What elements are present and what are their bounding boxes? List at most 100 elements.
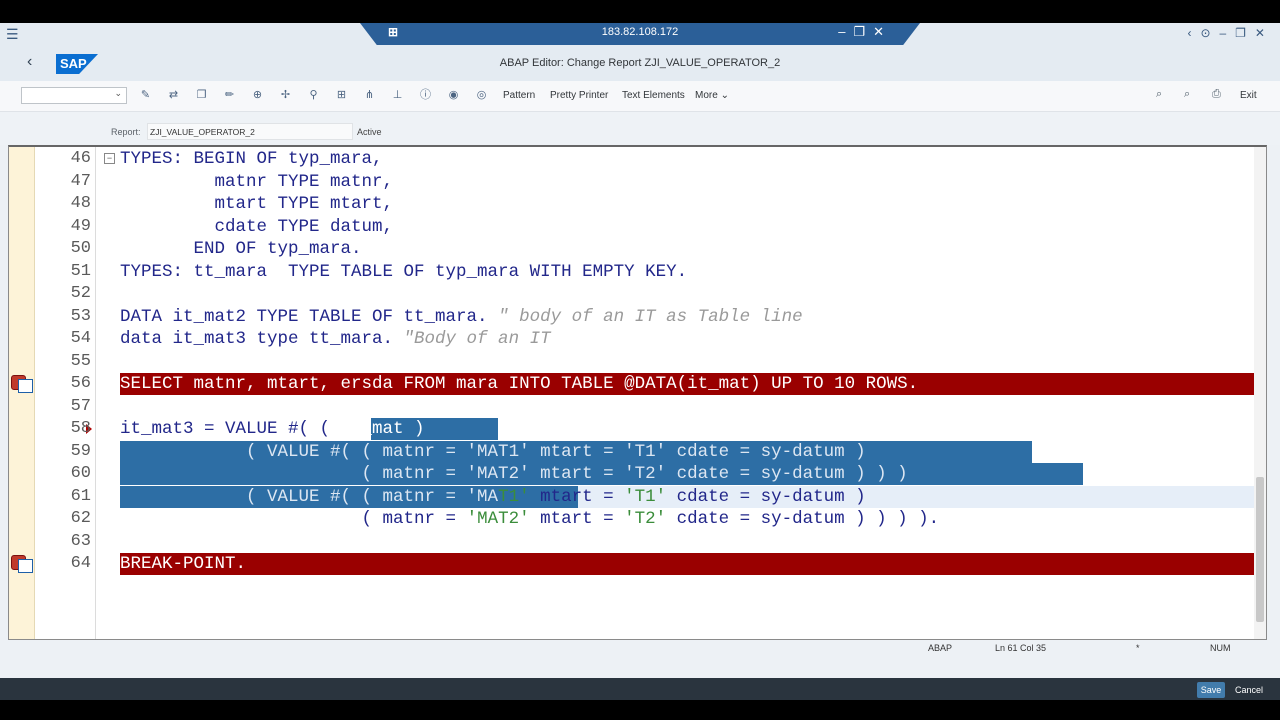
report-name-field[interactable]: ZJI_VALUE_OPERATOR_2: [147, 123, 353, 140]
status-spacer: [0, 656, 1280, 678]
code-text: END OF typ_mara.: [120, 239, 362, 259]
window-controls[interactable]: ‹⊙–❐✕: [1187, 26, 1274, 40]
breakpoint-icon[interactable]: [11, 555, 33, 573]
command-dropdown[interactable]: ⌄: [21, 87, 127, 104]
pretty-printer-button[interactable]: Pretty Printer: [550, 90, 608, 101]
code-text: ( VALUE #( ( matnr = 'MAT1' mtart = 'T1'…: [120, 441, 866, 462]
exit-button[interactable]: Exit: [1240, 90, 1257, 101]
line-number: 52: [70, 284, 91, 303]
set-breakpoint-icon[interactable]: ◉: [446, 88, 461, 102]
code-line[interactable]: 52: [9, 283, 1266, 306]
print-icon[interactable]: ⎙: [1212, 88, 1221, 101]
test-icon[interactable]: ⚲: [306, 88, 321, 102]
code-line[interactable]: 53 DATA it_mat2 TYPE TABLE OF tt_mara. "…: [9, 306, 1266, 329]
code-text: matnr TYPE matnr,: [120, 171, 394, 192]
line-number: 50: [70, 239, 91, 258]
code-line[interactable]: 57: [9, 396, 1266, 419]
line-number: 60: [70, 464, 91, 483]
code-line-breakpoint[interactable]: 56 SELECT matnr, mtart, ersda FROM mara …: [9, 373, 1266, 396]
activate-icon[interactable]: ✢: [278, 88, 293, 102]
line-number: 56: [70, 374, 91, 393]
edit-icon[interactable]: ✏: [222, 88, 237, 102]
line-number: 57: [70, 396, 91, 416]
active-inactive-icon[interactable]: ⇄: [166, 88, 181, 102]
where-used-icon[interactable]: ⊞: [334, 88, 349, 102]
code-text: mtart TYPE mtart,: [120, 194, 394, 214]
hamburger-menu-icon[interactable]: ☰: [6, 26, 19, 43]
page-title: ABAP Editor: Change Report ZJI_VALUE_OPE…: [499, 57, 781, 69]
other-object-icon[interactable]: ❐: [194, 88, 209, 102]
code-text: TYPES: BEGIN OF typ_mara,: [120, 149, 383, 169]
chevron-down-icon: ⌄: [114, 88, 122, 98]
search-icon[interactable]: ⌕: [1156, 88, 1162, 101]
code-text: ( matnr = 'MAT2' mtart = 'T2' cdate = sy…: [120, 509, 940, 529]
code-editor[interactable]: 46 − TYPES: BEGIN OF typ_mara, 47 matnr …: [8, 145, 1267, 640]
code-text: DATA it_mat2 TYPE TABLE OF tt_mara. " bo…: [120, 306, 803, 327]
code-line[interactable]: 63: [9, 531, 1266, 554]
code-text: ( VALUE #( ( matnr = 'MAT1' mtart = 'T1'…: [120, 486, 866, 507]
fold-toggle-icon[interactable]: −: [104, 153, 115, 164]
report-status: Active: [357, 127, 382, 137]
code-text: TYPES: tt_mara TYPE TABLE OF typ_mara WI…: [120, 261, 688, 282]
remote-bottom-strip: [0, 700, 1280, 720]
line-number: 61: [70, 486, 91, 506]
code-line[interactable]: 47 matnr TYPE matnr,: [9, 171, 1266, 194]
pattern-button[interactable]: Pattern: [503, 90, 535, 101]
remote-ip: 183.82.108.172: [601, 26, 679, 38]
line-number: 49: [70, 216, 91, 236]
delete-breakpoint-icon[interactable]: ◎: [474, 88, 489, 102]
check-icon[interactable]: ⊕: [250, 88, 265, 102]
shell-header: ‹ SAP ABAP Editor: Change Report ZJI_VAL…: [0, 45, 1280, 81]
object-list-icon[interactable]: ⋔: [362, 88, 377, 102]
navigation-icon[interactable]: ⊥: [390, 88, 405, 102]
num-lock-indicator: NUM: [1210, 643, 1231, 653]
cursor-position: Ln 61 Col 35: [995, 643, 1047, 653]
code-line[interactable]: 49 cdate TYPE datum,: [9, 216, 1266, 239]
report-header: Report: ZJI_VALUE_OPERATOR_2 Active: [0, 112, 1280, 145]
search-next-icon[interactable]: ⌕: [1184, 88, 1190, 101]
modified-indicator: *: [1136, 643, 1140, 653]
info-icon[interactable]: ⓘ: [418, 88, 433, 102]
line-number: 63: [70, 531, 91, 551]
chevron-down-icon: ⌄: [720, 90, 729, 101]
display-change-icon[interactable]: ✎: [138, 88, 153, 102]
more-button[interactable]: More ⌄: [695, 90, 729, 101]
code-line[interactable]: 54 data it_mat3 type tt_mara. "Body of a…: [9, 328, 1266, 351]
breakpoint-highlight: [120, 553, 1255, 575]
code-line-current[interactable]: 61 ( VALUE #( ( matnr = 'MAT1' mtart = '…: [9, 485, 1266, 509]
editor-status-bar: ABAP Ln 61 Col 35 * NUM: [0, 640, 1280, 656]
code-line-breakpoint[interactable]: 64 BREAK-POINT.: [9, 553, 1266, 576]
code-text: it_mat3 = VALUE #( ( it_mat ): [120, 419, 425, 439]
code-line[interactable]: 62 ( matnr = 'MAT2' mtart = 'T2' cdate =…: [9, 508, 1266, 531]
line-number: 55: [70, 351, 91, 371]
code-line[interactable]: 58 it_mat3 = VALUE #( ( it_mat ): [9, 418, 1266, 441]
line-number: 54: [70, 329, 91, 348]
code-text: cdate TYPE datum,: [120, 216, 394, 237]
breakpoint-icon[interactable]: [11, 375, 33, 393]
remote-window-controls[interactable]: –❐✕: [838, 24, 892, 40]
vertical-scrollbar[interactable]: [1254, 147, 1266, 639]
code-line[interactable]: 51 TYPES: tt_mara TYPE TABLE OF typ_mara…: [9, 261, 1266, 284]
line-number: 58: [70, 419, 91, 438]
scrollbar-thumb[interactable]: [1256, 477, 1264, 622]
code-line[interactable]: 55: [9, 351, 1266, 374]
save-button[interactable]: Save: [1197, 682, 1225, 698]
text-elements-button[interactable]: Text Elements: [622, 90, 685, 101]
code-line[interactable]: 46 − TYPES: BEGIN OF typ_mara,: [9, 148, 1266, 171]
code-line[interactable]: 48 mtart TYPE mtart,: [9, 193, 1266, 216]
cancel-button[interactable]: Cancel: [1235, 682, 1263, 698]
code-line[interactable]: 50 END OF typ_mara.: [9, 238, 1266, 261]
line-number: 59: [70, 441, 91, 461]
code-text: data it_mat3 type tt_mara. "Body of an I…: [120, 329, 551, 349]
remote-connection-tab: ⊞ 183.82.108.172 –❐✕: [360, 23, 920, 45]
line-number: 47: [70, 171, 91, 191]
line-number: 51: [70, 261, 91, 281]
code-line[interactable]: 60 ( matnr = 'MAT2' mtart = 'T2' cdate =…: [9, 463, 1266, 486]
code-line[interactable]: 59 ( VALUE #( ( matnr = 'MAT1' mtart = '…: [9, 440, 1266, 464]
code-text: ( matnr = 'MAT2' mtart = 'T2' cdate = sy…: [120, 464, 908, 484]
line-number: 53: [70, 306, 91, 326]
report-label: Report:: [111, 127, 141, 137]
line-number: 62: [70, 509, 91, 528]
code-text: BREAK-POINT.: [120, 554, 247, 574]
remote-session-bar: [0, 0, 1280, 23]
